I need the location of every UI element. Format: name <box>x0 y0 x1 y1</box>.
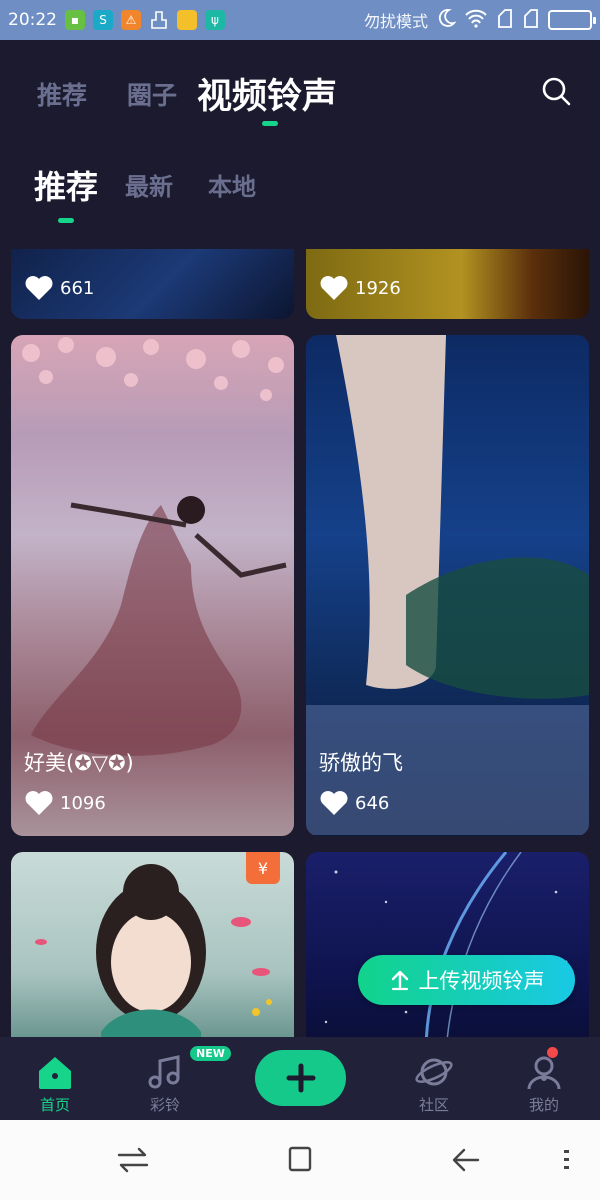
like-count-value: 1096 <box>60 792 106 814</box>
tab-recommend[interactable]: 推荐 <box>37 76 87 112</box>
video-title: 好美(✪▽✪) <box>24 751 134 775</box>
like-count-value: 661 <box>60 277 95 299</box>
nav-label-community: 社区 <box>418 1096 449 1114</box>
video-title: 骄傲的飞 <box>319 751 403 775</box>
bottom-nav: 首页 彩铃 NEW 社区 我的 <box>0 1037 600 1120</box>
heart-icon <box>320 276 348 300</box>
like-count: 646 <box>319 790 389 816</box>
system-nav-bar <box>0 1120 600 1200</box>
nav-item-home[interactable]: 首页 <box>10 1037 100 1120</box>
notification-dot <box>547 1047 558 1058</box>
nav-label-home: 首页 <box>39 1096 70 1114</box>
music-note-icon <box>148 1055 180 1089</box>
nav-label-profile: 我的 <box>528 1096 559 1114</box>
upload-video-ringtone-button[interactable]: 上传视频铃声 <box>358 955 575 1005</box>
like-count-value: 1926 <box>355 277 401 299</box>
app-notification-icon: S <box>93 10 113 30</box>
dnd-status-text: 勿扰模式 <box>363 12 428 31</box>
status-bar: 20:22 ▪ S ⚠ ψ 勿扰模式 <box>0 0 600 40</box>
home-square-icon[interactable] <box>282 1144 318 1176</box>
upload-label: 上传视频铃声 <box>418 969 545 993</box>
sub-tab-indicator <box>58 218 74 223</box>
app-notification-icon: ▪ <box>65 10 85 30</box>
video-card[interactable]: 好美(✪▽✪) 1096 <box>11 335 294 836</box>
video-card[interactable]: 骄傲的飞 646 <box>306 335 589 836</box>
nav-item-community[interactable]: 社区 <box>389 1037 479 1120</box>
top-tab-bar: 推荐 圈子 视频铃声 <box>0 40 600 136</box>
paid-badge: ¥ <box>246 852 280 884</box>
like-count: 661 <box>24 275 94 301</box>
nav-item-profile[interactable]: 我的 <box>499 1037 589 1120</box>
heart-icon <box>25 791 53 815</box>
signal-icon <box>496 8 514 32</box>
upload-arrow-icon <box>391 970 408 991</box>
subtab-recommend[interactable]: 推荐 <box>34 162 98 208</box>
like-count: 1926 <box>319 275 401 301</box>
subtab-latest[interactable]: 最新 <box>125 167 173 202</box>
like-count-value: 646 <box>355 792 390 814</box>
usb-icon: ψ <box>205 10 225 30</box>
video-card[interactable]: ¥ <box>11 852 294 1037</box>
new-badge: NEW <box>190 1046 231 1061</box>
tab-video-ringtone[interactable]: 视频铃声 <box>197 68 337 119</box>
battery-icon <box>548 10 596 30</box>
signal-icon <box>522 8 540 32</box>
video-card[interactable]: 661 <box>11 249 294 319</box>
like-count: 1096 <box>24 790 106 816</box>
menu-icon[interactable] <box>548 1144 584 1176</box>
back-icon[interactable] <box>448 1144 484 1176</box>
plus-icon <box>286 1063 315 1093</box>
planet-icon <box>415 1058 453 1086</box>
subtab-local[interactable]: 本地 <box>208 167 256 202</box>
warning-icon: ⚠ <box>121 10 141 30</box>
switch-icon[interactable] <box>115 1144 151 1176</box>
heart-icon <box>320 791 348 815</box>
search-icon[interactable] <box>541 76 571 106</box>
wifi-icon <box>464 8 488 32</box>
home-icon <box>39 1057 71 1089</box>
starry-sky-thumbnail <box>324 852 568 1037</box>
video-feed[interactable]: 661 1926 好美(✪▽✪) 1096 骄傲的飞 646 ¥ <box>0 249 600 1037</box>
nav-label-ringtone: 彩铃 <box>149 1096 180 1114</box>
clean-icon <box>149 10 169 30</box>
top-tab-indicator <box>262 121 278 126</box>
video-card[interactable] <box>306 852 589 1037</box>
tab-circle[interactable]: 圈子 <box>127 76 177 112</box>
sub-tab-bar: 推荐 最新 本地 <box>0 140 600 235</box>
video-card[interactable]: 1926 <box>306 249 589 319</box>
folder-icon <box>177 10 197 30</box>
create-button[interactable] <box>255 1050 346 1106</box>
heart-icon <box>25 276 53 300</box>
moon-icon <box>436 8 457 32</box>
status-time: 20:22 <box>8 10 57 30</box>
profile-icon <box>527 1056 561 1090</box>
